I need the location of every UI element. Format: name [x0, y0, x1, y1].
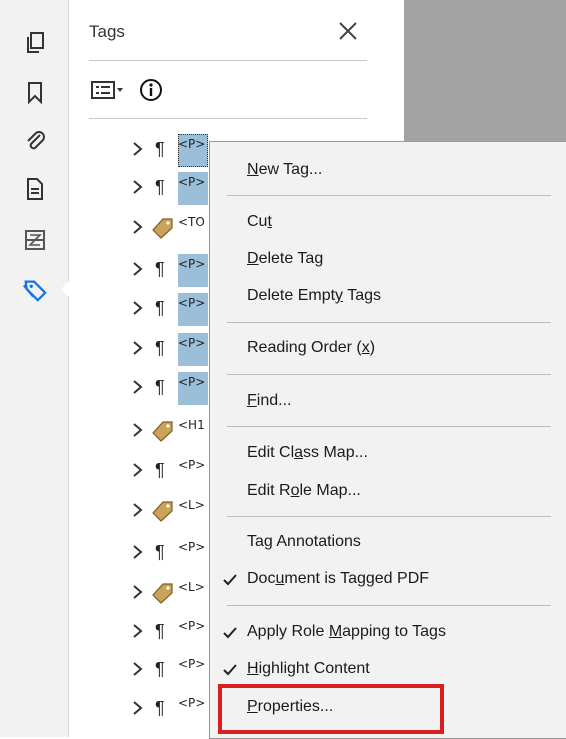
chevron-right-icon[interactable] [131, 660, 145, 678]
chevron-right-icon[interactable] [131, 421, 145, 439]
paragraph-icon: ¶ [155, 259, 165, 279]
paragraph-icon: ¶ [155, 460, 165, 480]
tag-icon [151, 582, 175, 604]
tag-label[interactable]: <P> [178, 333, 208, 366]
menu-item-edit-role-map[interactable]: Edit Role Map... [210, 475, 566, 509]
tag-label[interactable]: <P> [178, 254, 208, 287]
chevron-right-icon[interactable] [131, 543, 145, 561]
tag-label[interactable]: <P> [178, 693, 208, 724]
menu-separator [227, 374, 551, 375]
options-menu-icon[interactable] [91, 80, 127, 100]
chevron-right-icon[interactable] [131, 501, 145, 519]
menu-separator [227, 322, 551, 323]
tag-label[interactable]: <P> [178, 616, 208, 647]
chevron-right-icon[interactable] [131, 299, 145, 317]
menu-item-tag-annotations[interactable]: Tag Annotations [210, 526, 566, 560]
tag-label[interactable]: <P> [178, 455, 208, 486]
paragraph-icon: ¶ [155, 542, 165, 562]
tag-label[interactable]: <P> [178, 172, 208, 205]
chevron-right-icon[interactable] [131, 218, 145, 236]
close-icon[interactable] [337, 20, 359, 42]
divider [89, 60, 367, 61]
paragraph-icon: ¶ [155, 698, 165, 718]
tag-label[interactable]: <P> [178, 537, 208, 568]
menu-separator [227, 195, 551, 196]
attachment-icon[interactable] [22, 128, 48, 154]
tag-label[interactable]: <P> [178, 293, 208, 326]
menu-item-edit-class-map[interactable]: Edit Class Map... [210, 437, 566, 471]
menu-item-find[interactable]: Find... [210, 385, 566, 419]
active-panel-notch [61, 281, 69, 297]
chevron-right-icon[interactable] [131, 583, 145, 601]
paragraph-icon: ¶ [155, 338, 165, 358]
menu-separator [227, 426, 551, 427]
paragraph-icon: ¶ [155, 377, 165, 397]
menu-item-delete-empty-tags[interactable]: Delete Empty Tags [210, 280, 566, 314]
content-icon[interactable] [22, 227, 48, 253]
tag-label[interactable]: <TO [178, 212, 208, 243]
paragraph-icon: ¶ [155, 298, 165, 318]
tag-icon [151, 500, 175, 522]
tag-icon [151, 420, 175, 442]
navigation-rail [0, 0, 69, 737]
checkmark-icon [222, 572, 238, 588]
panel-title: Tags [89, 22, 125, 41]
chevron-right-icon[interactable] [131, 260, 145, 278]
callout-highlight [218, 684, 444, 734]
chevron-right-icon[interactable] [131, 699, 145, 717]
menu-item-cut[interactable]: Cut [210, 206, 566, 240]
tag-label[interactable]: <L> [178, 577, 208, 608]
info-icon[interactable] [139, 78, 163, 102]
tag-label[interactable]: <P> [178, 654, 208, 685]
bookmark-icon[interactable] [22, 80, 48, 106]
checkmark-icon [222, 625, 238, 641]
menu-separator [227, 605, 551, 606]
paragraph-icon: ¶ [155, 177, 165, 197]
menu-item-highlight-content[interactable]: Highlight Content [210, 653, 566, 687]
paragraph-icon: ¶ [155, 139, 165, 159]
chevron-right-icon[interactable] [131, 339, 145, 357]
menu-item-apply-role-mapping[interactable]: Apply Role Mapping to Tags [210, 616, 566, 650]
divider [89, 118, 367, 119]
chevron-right-icon[interactable] [131, 140, 145, 158]
paragraph-icon: ¶ [155, 659, 165, 679]
chevron-right-icon[interactable] [131, 461, 145, 479]
tags-icon[interactable] [22, 277, 48, 303]
tag-icon [151, 217, 175, 239]
paragraph-icon: ¶ [155, 621, 165, 641]
chevron-right-icon[interactable] [131, 178, 145, 196]
page-properties-icon[interactable] [22, 176, 48, 202]
chevron-right-icon[interactable] [131, 622, 145, 640]
tag-label[interactable]: <P> [178, 134, 208, 167]
menu-item-new-tag[interactable]: New Tag... [210, 154, 566, 188]
menu-item-reading-order[interactable]: Reading Order (x) [210, 332, 566, 366]
menu-item-document-is-tagged-pdf[interactable]: Document is Tagged PDF [210, 563, 566, 597]
tag-label[interactable]: <P> [178, 372, 208, 405]
menu-item-delete-tag[interactable]: Delete Tag [210, 243, 566, 277]
tag-label[interactable]: <L> [178, 495, 208, 526]
checkmark-icon [222, 662, 238, 678]
tag-label[interactable]: <H1 [178, 415, 208, 446]
chevron-right-icon[interactable] [131, 378, 145, 396]
pages-icon[interactable] [22, 30, 48, 56]
context-menu: New Tag... Cut Delete Tag Delete Empty T… [209, 141, 566, 739]
menu-separator [227, 516, 551, 517]
